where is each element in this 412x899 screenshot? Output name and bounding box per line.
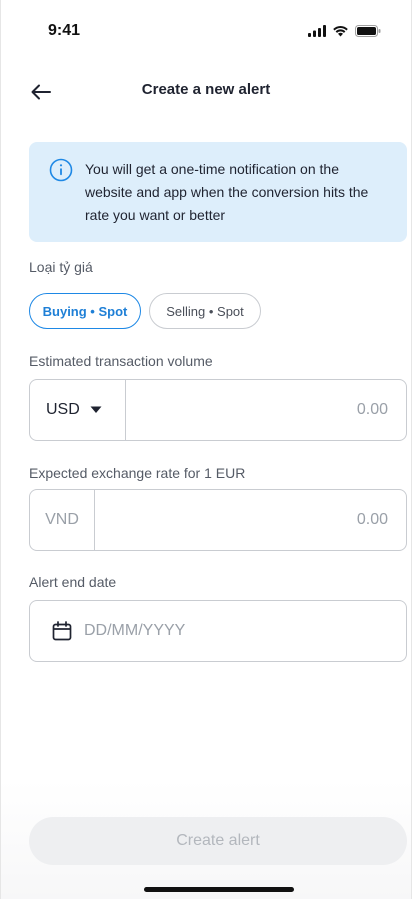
home-indicator	[144, 887, 294, 892]
end-date-placeholder: DD/MM/YYYY	[84, 622, 186, 639]
battery-icon	[355, 24, 381, 42]
calendar-icon	[52, 621, 72, 641]
info-banner: You will get a one-time notification on …	[29, 142, 407, 242]
info-banner-text: You will get a one-time notification on …	[85, 161, 369, 223]
chip-buying-spot[interactable]: Buying • Spot	[29, 293, 141, 329]
signal-icon	[308, 24, 326, 42]
status-icons	[308, 24, 381, 42]
volume-label: Estimated transaction volume	[29, 353, 213, 369]
rate-amount-input[interactable]	[95, 490, 406, 550]
end-date-label: Alert end date	[29, 574, 117, 590]
status-bar: 9:41	[1, 0, 411, 62]
currency-select[interactable]: USD	[30, 380, 126, 440]
info-icon	[49, 158, 73, 182]
status-time: 9:41	[48, 22, 81, 39]
volume-amount-input[interactable]	[126, 380, 406, 440]
chip-selling-spot[interactable]: Selling • Spot	[149, 293, 261, 329]
create-alert-button[interactable]: Create alert	[29, 817, 407, 865]
create-alert-screen: 9:41 Create a new alert You will get a o…	[0, 0, 412, 899]
rate-currency-prefix: VND	[30, 490, 95, 550]
header: Create a new alert	[1, 72, 411, 112]
caret-down-icon	[90, 406, 102, 413]
page-title: Create a new alert	[141, 81, 271, 98]
wifi-icon	[332, 24, 349, 42]
rate-field: VND	[29, 489, 407, 551]
rate-type-label: Loại tỷ giá	[29, 259, 93, 275]
volume-field: USD	[29, 379, 407, 441]
currency-select-value: USD	[46, 401, 80, 418]
end-date-field[interactable]: DD/MM/YYYY	[29, 600, 407, 662]
rate-type-options: Buying • Spot Selling • Spot	[29, 293, 261, 329]
rate-label: Expected exchange rate for 1 EUR	[29, 465, 246, 481]
